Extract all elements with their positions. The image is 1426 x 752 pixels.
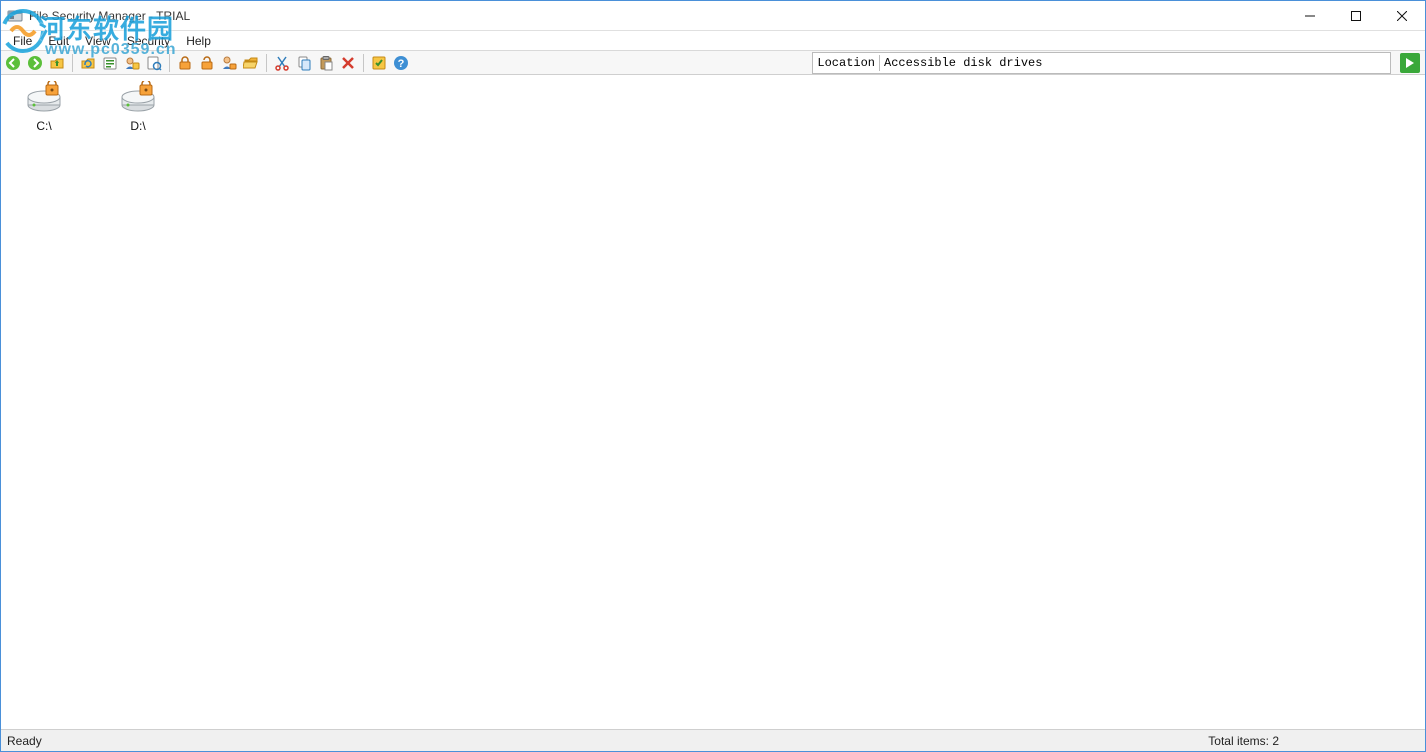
cut-button[interactable] <box>272 53 292 73</box>
drive-locked-icon <box>118 81 158 113</box>
help-button[interactable]: ? <box>391 53 411 73</box>
paste-button[interactable] <box>316 53 336 73</box>
menu-file[interactable]: File <box>5 33 40 49</box>
menu-help[interactable]: Help <box>178 33 219 49</box>
drive-label: D:\ <box>130 119 145 133</box>
delete-button[interactable] <box>338 53 358 73</box>
lock-button[interactable] <box>175 53 195 73</box>
location-label: Location <box>813 55 880 71</box>
user-lock-button[interactable] <box>219 53 239 73</box>
status-right: Total items: 2 <box>1208 734 1419 748</box>
app-icon <box>7 8 23 24</box>
toolbar-separator <box>266 54 267 72</box>
drive-locked-icon <box>24 81 64 113</box>
go-button[interactable] <box>1397 52 1423 74</box>
toolbar-separator <box>169 54 170 72</box>
copy-button[interactable] <box>294 53 314 73</box>
toolbar-separator <box>363 54 364 72</box>
refresh-button[interactable] <box>78 53 98 73</box>
menubar: File Edit View Security Help <box>1 31 1425 51</box>
window-controls <box>1287 1 1425 30</box>
back-button[interactable] <box>3 53 23 73</box>
titlebar: File Security Manager - TRIAL <box>1 1 1425 31</box>
statusbar: Ready Total items: 2 <box>1 729 1425 751</box>
drive-item[interactable]: C:\ <box>9 79 79 133</box>
location-input[interactable] <box>880 55 1390 71</box>
toolbar-separator <box>72 54 73 72</box>
file-view[interactable]: C:\ D:\ <box>1 75 1425 729</box>
menu-security[interactable]: Security <box>119 33 178 49</box>
unlock-button[interactable] <box>197 53 217 73</box>
permissions-button[interactable] <box>100 53 120 73</box>
window-title: File Security Manager - TRIAL <box>29 9 190 23</box>
options-button[interactable] <box>369 53 389 73</box>
svg-text:?: ? <box>398 58 405 70</box>
forward-button[interactable] <box>25 53 45 73</box>
toolbar: ? Location <box>1 51 1425 75</box>
close-button[interactable] <box>1379 1 1425 30</box>
drive-item[interactable]: D:\ <box>103 79 173 133</box>
maximize-button[interactable] <box>1333 1 1379 30</box>
menu-view[interactable]: View <box>77 33 119 49</box>
drive-label: C:\ <box>36 119 51 133</box>
up-button[interactable] <box>47 53 67 73</box>
minimize-button[interactable] <box>1287 1 1333 30</box>
folder-open-button[interactable] <box>241 53 261 73</box>
menu-edit[interactable]: Edit <box>40 33 77 49</box>
location-bar: Location <box>812 52 1391 74</box>
owner-button[interactable] <box>122 53 142 73</box>
audit-button[interactable] <box>144 53 164 73</box>
status-left: Ready <box>7 734 1208 748</box>
